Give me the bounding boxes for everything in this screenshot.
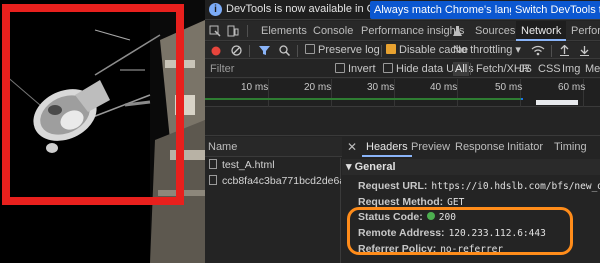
device-toolbar-icon[interactable] [227,21,241,41]
request-name: test_A.html [222,159,275,171]
tab-headers[interactable]: Headers [362,137,412,157]
checkbox-unchecked-icon [383,63,393,73]
tab-response[interactable]: Response [455,137,505,157]
devtools-tab-bar: Elements Console Performance insights So… [205,21,600,41]
tick-label: 40 ms [430,82,458,93]
invert-checkbox[interactable]: Invert [333,62,378,76]
clear-icon[interactable] [231,42,242,59]
filter-input[interactable]: Filter [208,62,236,76]
type-filter-js[interactable]: JS [517,62,534,76]
request-url-label: Request URL: [358,180,428,192]
throttling-value: No throttling [453,44,513,56]
type-filter-media[interactable]: Media [583,62,600,76]
request-bar-blue [521,98,523,100]
type-filter-css[interactable]: CSS [536,62,563,76]
tab-network[interactable]: Network [516,21,567,41]
type-filter-all[interactable]: All [453,62,470,76]
checkbox-unchecked-icon [305,44,315,54]
filter-bar: Filter Invert Hide data URLs All Fetch/X… [205,60,600,78]
request-name: ccb8fa4c3ba771bcd2de6a6... [222,175,341,187]
tabbar-separator [247,25,248,37]
list-item[interactable]: test_A.html [205,158,341,173]
info-icon: i [209,3,222,16]
request-bar-white [536,100,578,105]
request-list: test_A.html ccb8fa4c3ba771bcd2de6a6... [205,158,341,263]
tick-label: 60 ms [558,82,586,93]
close-icon[interactable]: ✕ [347,137,357,157]
type-filter-img[interactable]: Img [560,62,582,76]
document-icon [209,159,217,169]
tick-label: 20 ms [304,82,332,93]
checkbox-checked-icon [386,44,396,54]
toolbar-separator [381,45,382,57]
tab-timing[interactable]: Timing [554,137,587,157]
toolbar-separator [297,45,298,57]
red-annotation-frame [2,4,184,205]
general-section-title: General [354,161,396,173]
checkbox-unchecked-icon [335,63,345,73]
preserve-log-label: Preserve log [318,44,380,56]
throttling-select[interactable]: No throttling ▾ [453,42,521,59]
tab-console[interactable]: Console [313,21,353,41]
tick-label: 50 ms [495,82,523,93]
export-har-icon[interactable] [579,42,590,59]
language-infobar: i DevTools is now available in Chinese! … [205,0,600,20]
filter-separator [470,63,471,75]
tick-label: 10 ms [241,82,269,93]
request-url-row: Request URL: https://i0.hdslb.com/bfs/new… [358,179,600,194]
filter-icon[interactable] [259,42,270,59]
search-icon[interactable] [279,42,291,59]
import-har-icon[interactable] [559,42,570,59]
tab-elements[interactable]: Elements [261,21,307,41]
waterfall-blank-area [205,108,600,136]
image-file-icon [209,175,217,185]
toolbar-separator [551,45,552,57]
name-column-header[interactable]: Name [208,137,237,157]
network-toolbar: Preserve log Disable cache No throttling… [205,42,600,59]
invert-label: Invert [348,63,376,75]
tab-initiator[interactable]: Initiator [507,137,543,157]
toolbar-separator [249,45,250,57]
request-url-value: https://i0.hdslb.com/bfs/new_dyn/ccb8fa [431,181,600,192]
chevron-down-icon: ▾ [515,44,521,56]
tick-label: 30 ms [367,82,395,93]
record-button[interactable] [211,42,221,59]
flask-icon[interactable] [453,21,463,41]
switch-to-chinese-button[interactable]: Switch DevTools to Chinese [511,1,600,19]
inspect-element-icon[interactable] [209,21,223,41]
space-station-photo [0,0,205,263]
tab-performance-insights[interactable]: Performance insights [361,21,464,41]
tab-performance[interactable]: Performance [571,21,600,41]
tab-sources[interactable]: Sources [475,21,515,41]
request-bar-green [205,98,521,100]
orange-highlight-annotation [347,207,573,255]
tab-preview[interactable]: Preview [411,137,450,157]
triangle-down-icon: ▾ [346,161,352,173]
network-conditions-icon[interactable] [531,42,545,59]
preserve-log-checkbox[interactable]: Preserve log [305,42,380,59]
general-section-header[interactable]: ▾ General [342,159,600,175]
list-item[interactable]: ccb8fa4c3ba771bcd2de6a6... [205,174,341,189]
timeline-overview[interactable]: 10 ms 20 ms 30 ms 40 ms 50 ms 60 ms [205,79,600,107]
